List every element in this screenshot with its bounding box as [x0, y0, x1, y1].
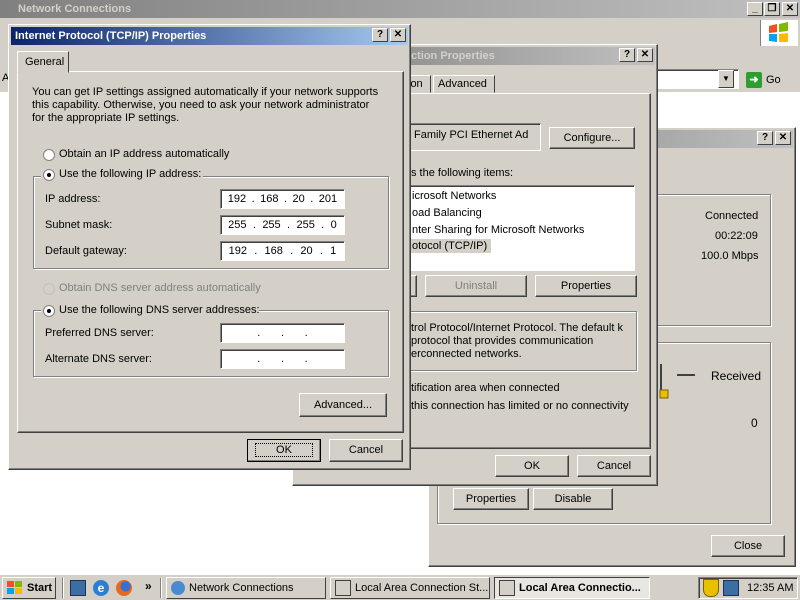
auto-dns-radio[interactable] — [43, 283, 55, 295]
activity-line — [677, 374, 695, 376]
list-item[interactable]: oad Balancing — [412, 207, 482, 219]
subnet-mask-input[interactable]: 255. 255. 255. 0 — [220, 215, 345, 235]
ip-address-label: IP address: — [45, 193, 101, 205]
system-tray: 12:35 AM — [698, 577, 798, 599]
close-icon[interactable]: ✕ — [775, 131, 791, 145]
lac-ok-button[interactable]: OK — [495, 455, 569, 477]
items-label: s the following items: — [411, 167, 514, 179]
security-shield-icon[interactable] — [703, 579, 719, 597]
task-lac-status[interactable]: Local Area Connection St... — [330, 577, 490, 599]
taskbar: Start e » Network Connections Local Area… — [0, 574, 800, 600]
network-connection-icon — [335, 580, 351, 596]
chevron-down-icon[interactable]: ▼ — [718, 70, 734, 88]
close-icon[interactable]: ✕ — [390, 28, 406, 42]
speed-value: 100.0 Mbps — [701, 250, 759, 262]
quicklaunch-chevron-icon[interactable]: » — [145, 579, 152, 593]
notify-icon-label: tification area when connected — [411, 382, 560, 394]
tcpip-properties-dialog: Internet Protocol (TCP/IP) Properties ? … — [8, 24, 411, 470]
configure-button[interactable]: Configure... — [549, 127, 635, 149]
go-button[interactable]: ➜ Go — [746, 70, 792, 90]
adapter-name-field: Family PCI Ethernet Ad — [407, 123, 541, 151]
advanced-button[interactable]: Advanced... — [299, 393, 387, 417]
window-title: Network Connections — [18, 3, 132, 15]
windows-start-icon — [7, 581, 22, 594]
help-icon[interactable]: ? — [619, 48, 635, 62]
clock: 12:35 AM — [747, 582, 794, 594]
tab-general[interactable]: General — [17, 51, 69, 73]
task-lac-properties[interactable]: Local Area Connectio... — [494, 577, 650, 599]
intro-text: You can get IP settings assigned automat… — [32, 86, 379, 124]
tab-advanced[interactable]: Advanced — [433, 75, 495, 93]
start-button[interactable]: Start — [2, 577, 56, 599]
preferred-dns-label: Preferred DNS server: — [45, 327, 154, 339]
duration-value: 00:22:09 — [715, 230, 758, 242]
lac-cancel-button[interactable]: Cancel — [577, 455, 651, 477]
preferred-dns-input[interactable]: ... — [220, 323, 345, 343]
network-connection-icon — [499, 580, 515, 596]
list-item-selected[interactable]: otocol (TCP/IP) — [410, 239, 492, 253]
received-value: 0 — [751, 416, 758, 430]
network-activity-icon — [657, 364, 671, 402]
default-gateway-label: Default gateway: — [45, 245, 127, 257]
status-properties-button[interactable]: Properties — [453, 488, 529, 510]
auto-ip-radio[interactable] — [43, 149, 55, 161]
tasks-divider — [160, 578, 162, 598]
show-desktop-icon[interactable] — [70, 580, 86, 596]
auto-ip-label[interactable]: Obtain an IP address automatically — [59, 148, 229, 160]
uninstall-button[interactable]: Uninstall — [425, 275, 527, 297]
tcpip-titlebar: Internet Protocol (TCP/IP) Properties — [11, 27, 408, 45]
default-gateway-input[interactable]: 192. 168. 20. 1 — [220, 241, 345, 261]
disable-button[interactable]: Disable — [533, 488, 613, 510]
description-text: trol Protocol/Internet Protocol. The def… — [411, 322, 623, 360]
quicklaunch-divider — [62, 578, 64, 598]
restore-icon[interactable]: ❐ — [764, 2, 780, 16]
use-dns-radio[interactable] — [43, 305, 55, 317]
minimize-icon[interactable]: _ — [747, 2, 763, 16]
received-label: Received — [711, 369, 762, 383]
close-status-button[interactable]: Close — [711, 535, 785, 557]
auto-dns-label[interactable]: Obtain DNS server address automatically — [59, 282, 261, 294]
task-network-connections[interactable]: Network Connections — [166, 577, 326, 599]
tcpip-title: Internet Protocol (TCP/IP) Properties — [15, 30, 207, 42]
alternate-dns-input[interactable]: ... — [220, 349, 345, 369]
list-item[interactable]: icrosoft Networks — [412, 190, 496, 202]
windows-logo-icon — [760, 20, 798, 46]
close-icon[interactable]: ✕ — [637, 48, 653, 62]
cancel-button[interactable]: Cancel — [329, 439, 403, 462]
list-item[interactable]: nter Sharing for Microsoft Networks — [412, 224, 584, 236]
status-value: Connected — [705, 210, 759, 222]
address-input[interactable]: ▼ — [655, 69, 739, 89]
help-icon[interactable]: ? — [757, 131, 773, 145]
network-tray-icon[interactable] — [723, 580, 739, 596]
ok-button[interactable]: OK — [247, 439, 321, 462]
ip-address-input[interactable]: 192. 168. 20. 201 — [220, 189, 345, 209]
subnet-mask-label: Subnet mask: — [45, 219, 113, 231]
help-icon[interactable]: ? — [372, 28, 388, 42]
use-ip-option[interactable]: Use the following IP address: — [41, 167, 203, 183]
network-folder-icon — [171, 581, 185, 595]
alternate-dns-label: Alternate DNS server: — [45, 353, 152, 365]
notify-limited-label: this connection has limited or no connec… — [411, 400, 629, 412]
firefox-icon[interactable] — [116, 580, 132, 596]
go-arrow-icon: ➜ — [746, 72, 762, 88]
use-dns-option[interactable]: Use the following DNS server addresses: — [41, 303, 260, 319]
items-list[interactable]: icrosoft Networks oad Balancing nter Sha… — [407, 185, 635, 271]
close-icon[interactable]: ✕ — [782, 2, 798, 16]
use-ip-radio[interactable] — [43, 169, 55, 181]
internet-explorer-icon[interactable]: e — [93, 580, 109, 596]
properties-button[interactable]: Properties — [535, 275, 637, 297]
network-connections-titlebar: Network Connections — [0, 0, 800, 18]
